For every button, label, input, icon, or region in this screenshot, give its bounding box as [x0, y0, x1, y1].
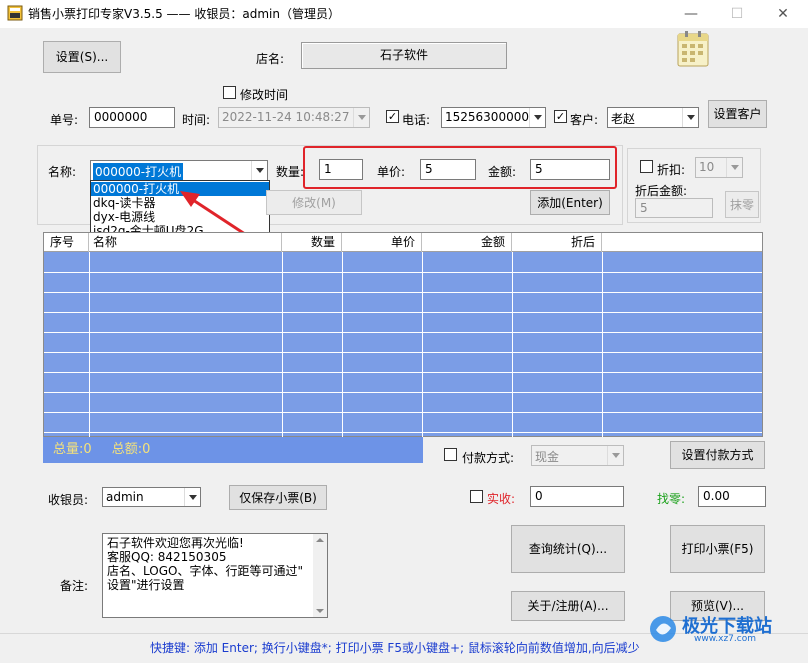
table-row[interactable] — [44, 413, 762, 433]
table-row[interactable] — [44, 353, 762, 373]
shortcut-hint: 快捷键: 添加 Enter; 换行小键盘*; 打印小票 F5或小键盘+; 鼠标滚… — [150, 641, 640, 655]
app-icon — [7, 5, 23, 21]
total-qty: 总量:0 — [53, 442, 92, 457]
received-checkbox[interactable] — [470, 490, 483, 503]
query-stats-button[interactable]: 查询统计(Q)... — [511, 525, 625, 573]
modify-time-label: 修改时间 — [240, 88, 289, 102]
order-label: 单号: — [50, 113, 79, 127]
chevron-down-icon — [529, 108, 545, 127]
chevron-down-icon — [184, 488, 200, 506]
summary-bar: 总量:0 总额:0 — [43, 437, 423, 463]
watermark-logo-icon — [650, 616, 676, 642]
remark-line: 石子软件欢迎您再次光临! — [107, 536, 244, 550]
table-row[interactable] — [44, 293, 762, 313]
change-input[interactable]: 0.00 — [698, 486, 766, 507]
about-register-button[interactable]: 关于/注册(A)... — [511, 591, 625, 621]
minimize-button[interactable]: — — [668, 0, 714, 28]
highlight-box — [303, 146, 617, 189]
item-name-combo[interactable]: 000000-打火机 — [90, 160, 268, 181]
order-number-input[interactable]: 0000000 — [89, 107, 175, 128]
table-row[interactable] — [44, 393, 762, 413]
received-input[interactable]: 0 — [530, 486, 624, 507]
remark-line: 客服QQ: 842150305 — [107, 550, 227, 564]
chevron-down-icon — [726, 158, 742, 177]
zero-button[interactable]: 抹零 — [725, 191, 759, 218]
remark-textarea[interactable]: 石子软件欢迎您再次光临! 客服QQ: 842150305 店名、LOGO、字体、… — [102, 533, 328, 618]
after-discount-label: 折后金额: — [635, 184, 688, 198]
set-payment-method-button[interactable]: 设置付款方式 — [670, 441, 765, 469]
discount-combo[interactable]: 10 — [695, 157, 743, 178]
close-button[interactable]: ✕ — [760, 0, 806, 28]
qty-label: 数量: — [276, 165, 305, 179]
change-label: 找零: — [657, 492, 686, 506]
maximize-button[interactable]: ☐ — [714, 0, 760, 28]
remark-scrollbar[interactable] — [313, 534, 327, 617]
chevron-down-icon — [607, 446, 623, 465]
table-row[interactable] — [44, 333, 762, 353]
phone-label: 电话: — [402, 113, 431, 127]
table-row[interactable] — [44, 373, 762, 393]
discount-label: 折扣: — [657, 163, 686, 177]
calendar-icon[interactable] — [676, 30, 710, 68]
print-receipt-button[interactable]: 打印小票(F5) — [670, 525, 765, 573]
scroll-up-icon[interactable] — [316, 537, 324, 543]
phone-combo[interactable]: 15256300000 — [441, 107, 546, 128]
time-label: 时间: — [182, 113, 211, 127]
store-name-display: 石子软件 — [301, 42, 507, 69]
name-label: 名称: — [48, 165, 77, 179]
chevron-down-icon — [251, 161, 267, 180]
add-button[interactable]: 添加(Enter) — [530, 190, 610, 215]
column-header[interactable]: 名称 — [89, 233, 282, 252]
table-row[interactable] — [44, 273, 762, 293]
remark-line: 设置"进行设置 — [107, 578, 185, 592]
chevron-down-icon — [353, 108, 369, 127]
remark-line: 店名、LOGO、字体、行距等可通过" — [107, 564, 303, 578]
payment-method-combo[interactable]: 现金 — [531, 445, 624, 466]
items-table[interactable]: 序号 名称 数量 单价 金额 折后 — [43, 232, 763, 437]
store-label: 店名: — [256, 52, 285, 66]
cashier-label: 收银员: — [48, 493, 89, 507]
modify-time-checkbox[interactable] — [223, 86, 236, 99]
column-header[interactable]: 金额 — [422, 233, 512, 252]
modify-button[interactable]: 修改(M) — [266, 190, 362, 215]
table-header: 序号 名称 数量 单价 金额 折后 — [44, 233, 762, 252]
payment-method-label: 付款方式: — [462, 451, 515, 465]
column-header[interactable]: 数量 — [282, 233, 342, 252]
column-header[interactable]: 序号 — [44, 233, 89, 252]
set-customer-button[interactable]: 设置客户 — [708, 100, 767, 128]
scroll-down-icon[interactable] — [316, 608, 324, 614]
received-label: 实收: — [487, 492, 516, 506]
table-row[interactable] — [44, 313, 762, 333]
save-only-button[interactable]: 仅保存小票(B) — [229, 485, 327, 510]
watermark-url: www.xz7.com — [694, 634, 756, 644]
total-amount: 总额:0 — [111, 442, 151, 457]
time-picker[interactable]: 2022-11-24 10:48:27 — [218, 107, 370, 128]
table-row[interactable] — [44, 253, 762, 273]
discount-checkbox[interactable] — [640, 160, 653, 173]
settings-button[interactable]: 设置(S)... — [43, 41, 121, 73]
phone-checkbox[interactable]: ✓ — [386, 110, 399, 123]
cashier-combo[interactable]: admin — [102, 487, 201, 507]
remark-label: 备注: — [60, 579, 89, 593]
after-discount-input[interactable]: 5 — [635, 198, 713, 218]
customer-checkbox[interactable]: ✓ — [554, 110, 567, 123]
customer-combo[interactable]: 老赵 — [607, 107, 699, 128]
customer-label: 客户: — [570, 113, 599, 127]
chevron-down-icon — [682, 108, 698, 127]
column-header[interactable]: 单价 — [342, 233, 422, 252]
watermark: 极光下载站 www.xz7.com — [648, 612, 808, 652]
title-bar: 销售小票打印专家V3.5.5 —— 收银员：admin（管理员） — ☐ ✕ — [0, 0, 808, 28]
column-header[interactable]: 折后 — [512, 233, 602, 252]
payment-method-checkbox[interactable] — [444, 448, 457, 461]
window-title: 销售小票打印专家V3.5.5 —— 收银员：admin（管理员） — [28, 7, 340, 21]
